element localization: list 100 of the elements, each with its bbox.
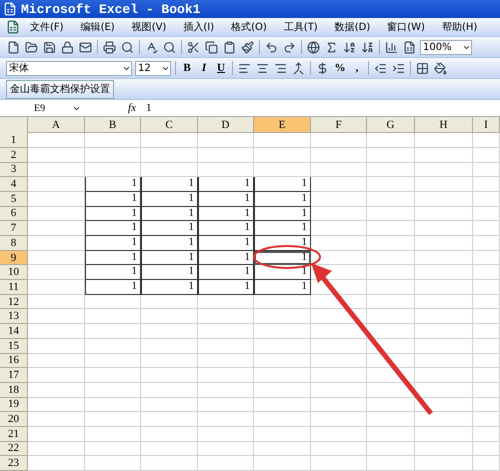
column-header[interactable]: C bbox=[141, 117, 198, 134]
copy-icon[interactable] bbox=[204, 39, 219, 56]
table-cell: 1 bbox=[198, 265, 254, 280]
menu-item[interactable]: 格式(O) bbox=[224, 20, 274, 34]
row-header[interactable]: 6 bbox=[0, 206, 28, 222]
spreadsheet-icon[interactable] bbox=[402, 39, 417, 56]
menu-item[interactable]: 数据(D) bbox=[328, 20, 378, 34]
empty-cell bbox=[473, 250, 500, 266]
empty-cell bbox=[198, 442, 254, 456]
empty-cell bbox=[367, 133, 415, 148]
row-header[interactable]: 13 bbox=[0, 309, 28, 324]
column-header[interactable]: A bbox=[28, 117, 85, 134]
empty-cell bbox=[198, 324, 254, 339]
column-header[interactable]: D bbox=[198, 117, 254, 134]
row-header[interactable]: 14 bbox=[0, 324, 28, 339]
table-cell: 1 bbox=[254, 236, 311, 251]
comma-button[interactable]: , bbox=[350, 62, 364, 74]
empty-cell bbox=[254, 338, 311, 354]
row-header[interactable]: 23 bbox=[0, 456, 28, 471]
empty-cell bbox=[198, 354, 254, 368]
underline-button[interactable]: U bbox=[214, 62, 228, 74]
cut-icon[interactable] bbox=[186, 39, 201, 56]
row-header[interactable]: 1 bbox=[0, 133, 28, 148]
row-header[interactable]: 21 bbox=[0, 426, 28, 442]
menu-item[interactable]: 帮助(H) bbox=[434, 20, 484, 34]
row-header[interactable]: 2 bbox=[0, 148, 28, 163]
empty-cell bbox=[367, 221, 415, 236]
table-cell: 1 bbox=[254, 280, 311, 295]
zoom-field[interactable]: 100% bbox=[420, 40, 472, 55]
table-cell: 1 bbox=[85, 192, 141, 207]
row-header[interactable]: 15 bbox=[0, 338, 28, 354]
empty-cell bbox=[473, 148, 500, 163]
column-header[interactable]: G bbox=[367, 117, 415, 134]
save-icon[interactable] bbox=[42, 39, 57, 56]
empty-cell bbox=[254, 309, 311, 324]
font-size-field[interactable]: 12 bbox=[135, 60, 171, 76]
printer-icon[interactable] bbox=[102, 39, 117, 56]
column-header[interactable]: B bbox=[85, 117, 141, 134]
row-header[interactable]: 4 bbox=[0, 177, 28, 192]
empty-cell bbox=[473, 398, 500, 412]
protection-settings-button[interactable]: 金山毒霸文档保护设置 bbox=[6, 80, 114, 99]
menu-item[interactable]: 窗口(W) bbox=[380, 20, 432, 34]
fill-color-icon[interactable] bbox=[433, 60, 448, 76]
empty-cell bbox=[198, 294, 254, 310]
empty-cell bbox=[473, 294, 500, 310]
empty-cell bbox=[141, 338, 198, 354]
row-header[interactable]: 10 bbox=[0, 265, 28, 280]
column-header[interactable]: I bbox=[473, 117, 500, 134]
search-icon[interactable] bbox=[162, 39, 177, 56]
italic-button[interactable]: I bbox=[197, 62, 211, 74]
row-header[interactable]: 20 bbox=[0, 412, 28, 427]
formula-value[interactable]: 1 bbox=[140, 102, 152, 114]
globe-icon[interactable] bbox=[306, 39, 321, 56]
menu-item[interactable]: 文件(F) bbox=[23, 20, 71, 34]
empty-cell bbox=[473, 177, 500, 192]
row-header[interactable]: 3 bbox=[0, 162, 28, 178]
table-cell: 1 bbox=[254, 177, 311, 192]
row-header[interactable]: 17 bbox=[0, 368, 28, 383]
column-header[interactable]: E bbox=[254, 117, 311, 134]
menu-item[interactable]: 视图(V) bbox=[124, 20, 174, 34]
row-header[interactable]: 8 bbox=[0, 236, 28, 251]
row-header[interactable]: 11 bbox=[0, 280, 28, 295]
empty-cell bbox=[141, 162, 198, 178]
empty-cell bbox=[415, 426, 473, 442]
paintbrush-icon[interactable] bbox=[240, 39, 255, 56]
empty-cell bbox=[254, 382, 311, 398]
bold-button[interactable]: B bbox=[180, 62, 194, 74]
empty-cell bbox=[85, 456, 141, 471]
font-field[interactable]: 宋体 bbox=[6, 60, 132, 76]
column-header[interactable]: F bbox=[311, 117, 367, 134]
column-header[interactable]: H bbox=[415, 117, 473, 134]
borders-icon[interactable] bbox=[415, 60, 430, 76]
lock-icon[interactable] bbox=[60, 39, 75, 56]
menu-item[interactable]: 编辑(E) bbox=[74, 20, 122, 34]
row-header[interactable]: 7 bbox=[0, 221, 28, 236]
row-header[interactable]: 9 bbox=[0, 250, 28, 266]
row-header[interactable]: 5 bbox=[0, 192, 28, 207]
menu-item[interactable]: 插入(I) bbox=[176, 20, 222, 34]
row-header[interactable]: 19 bbox=[0, 398, 28, 412]
bar-chart-icon[interactable] bbox=[384, 39, 399, 56]
merge-icon[interactable] bbox=[291, 60, 306, 76]
document-icon[interactable] bbox=[6, 20, 20, 34]
excel-icon bbox=[3, 2, 17, 16]
row-header[interactable]: 22 bbox=[0, 442, 28, 456]
empty-cell bbox=[415, 368, 473, 383]
empty-cell bbox=[415, 338, 473, 354]
row-header[interactable]: 16 bbox=[0, 354, 28, 368]
menu-item[interactable]: 工具(T) bbox=[276, 20, 325, 34]
row-header[interactable]: 18 bbox=[0, 382, 28, 398]
open-folder-icon[interactable] bbox=[24, 39, 39, 56]
empty-cell bbox=[85, 294, 141, 310]
row-header[interactable]: 12 bbox=[0, 294, 28, 310]
paste-icon[interactable] bbox=[222, 39, 237, 56]
empty-cell bbox=[198, 133, 254, 148]
search-icon[interactable] bbox=[120, 39, 135, 56]
empty-cell bbox=[415, 192, 473, 207]
empty-cell bbox=[415, 294, 473, 310]
percent-button[interactable]: % bbox=[333, 62, 347, 74]
table-cell: 1 bbox=[198, 177, 254, 192]
new-file-icon[interactable] bbox=[6, 39, 21, 56]
